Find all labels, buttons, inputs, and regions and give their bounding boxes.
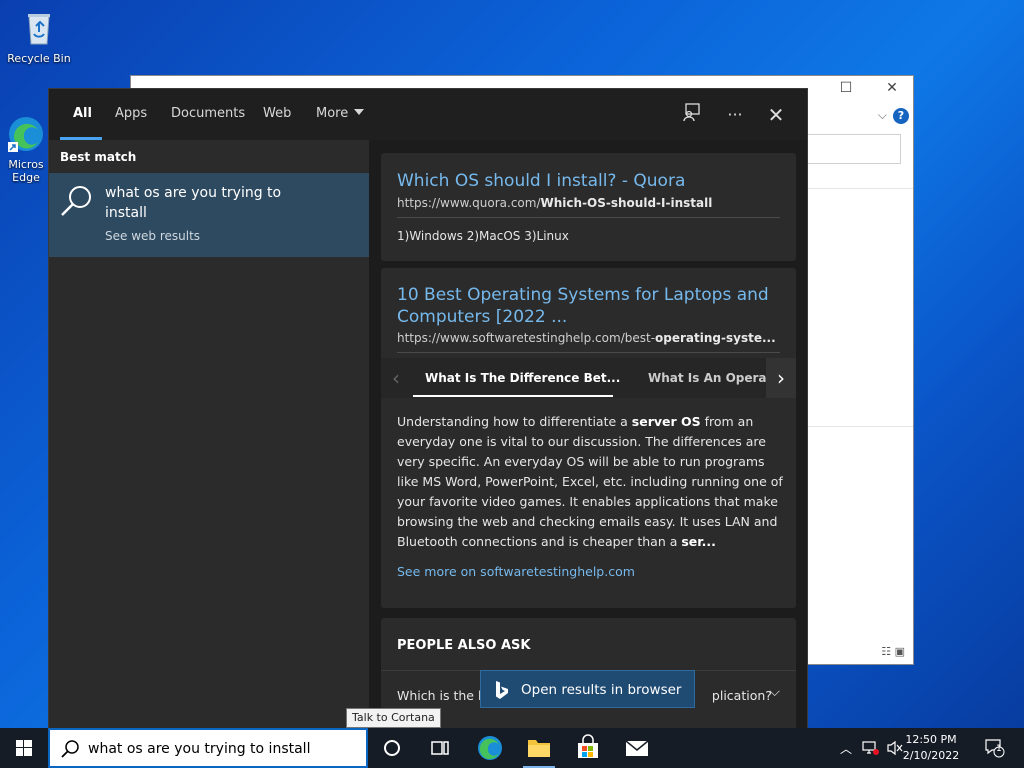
bing-icon <box>493 680 511 704</box>
divider <box>807 188 913 189</box>
chevron-down-icon[interactable]: ⌵ <box>769 684 780 700</box>
folder-icon <box>528 740 550 757</box>
close-icon[interactable]: ✕ <box>763 102 789 128</box>
right-pane: Which OS should I install? - Quora https… <box>369 140 807 729</box>
tab-all[interactable]: All <box>73 106 92 121</box>
taskbar-search-box[interactable]: what os are you trying to install <box>48 728 368 768</box>
feedback-icon[interactable] <box>679 102 705 128</box>
taskbar: what os are you trying to install ︿ 12:5… <box>0 728 1024 768</box>
tab-web[interactable]: Web <box>263 106 291 121</box>
result-title-line1: 10 Best Operating Systems for Laptops an… <box>397 285 769 305</box>
network-icon[interactable] <box>862 740 880 759</box>
result-title-line2: Computers [2022 ... <box>397 307 568 327</box>
tab-documents[interactable]: Documents <box>171 106 245 121</box>
file-explorer-taskbar-button[interactable] <box>515 728 563 768</box>
result-card-softwaretestinghelp: 10 Best Operating Systems for Laptops an… <box>381 268 796 608</box>
windows-logo-icon <box>16 740 32 756</box>
result-title-link[interactable]: 10 Best Operating Systems for Laptops an… <box>397 284 769 328</box>
edge-icon <box>6 114 46 154</box>
cortana-button[interactable] <box>368 728 416 768</box>
see-more-link[interactable]: See more on softwaretestinghelp.com <box>397 564 635 579</box>
caret-down-icon <box>354 109 365 115</box>
taskbar-search-query: what os are you trying to install <box>88 741 311 757</box>
view-toggle-icons[interactable]: ☷ ▣ <box>881 645 905 658</box>
best-match-heading: Best match <box>60 150 137 164</box>
chevron-down-icon[interactable]: ⌵ <box>878 108 887 123</box>
store-icon <box>578 734 598 758</box>
open-in-browser-label: Open results in browser <box>521 682 682 698</box>
divider <box>807 426 913 427</box>
cortana-icon <box>384 740 400 756</box>
more-options-icon[interactable]: ··· <box>722 102 748 128</box>
clock-date: 2/10/2022 <box>902 749 960 762</box>
close-icon[interactable]: ✕ <box>877 80 907 96</box>
body-bold-2: ser... <box>681 534 716 549</box>
result-url: https://www.softwaretestinghelp.com/best… <box>397 331 776 345</box>
open-in-browser-button[interactable]: Open results in browser <box>480 670 695 708</box>
body-text-2: from an everyday one is vital to our dis… <box>397 414 783 549</box>
task-view-icon <box>431 741 449 755</box>
search-icon <box>59 183 95 223</box>
people-also-ask-heading: PEOPLE ALSO ASK <box>397 638 531 653</box>
carousel-tab-2[interactable]: What Is An Opera <box>648 371 766 385</box>
mail-icon <box>625 740 649 756</box>
chevron-right-icon[interactable]: › <box>766 358 796 398</box>
start-button[interactable] <box>0 728 48 768</box>
result-url-prefix: https://www.softwaretestinghelp.com/best… <box>397 331 656 345</box>
tab-more-label: More <box>316 106 349 121</box>
mail-taskbar-button[interactable] <box>613 728 661 768</box>
clock-time: 12:50 PM <box>905 733 957 746</box>
edge-desktop-shortcut[interactable]: Micros Edge <box>0 114 52 184</box>
section-carousel: ‹ What Is The Difference Bet... What Is … <box>381 358 796 398</box>
body-text-1: Understanding how to differentiate a <box>397 414 632 429</box>
result-url-bold: operating-syste... <box>655 331 776 345</box>
result-body: Understanding how to differentiate a ser… <box>397 412 787 552</box>
action-center-icon[interactable]: 1 <box>984 738 1006 761</box>
notification-count: 1 <box>996 744 1002 754</box>
clock[interactable]: 12:50 PM 2/10/2022 <box>896 732 966 764</box>
divider <box>397 352 780 353</box>
question-end: plication? <box>711 688 772 703</box>
recycle-bin-label: Recycle Bin <box>7 52 71 65</box>
edge-label-2: Edge <box>12 171 40 184</box>
result-url-bold: Which-OS-should-I-install <box>540 196 713 210</box>
recycle-bin-icon <box>19 8 59 48</box>
best-match-subtitle: See web results <box>105 229 201 243</box>
cortana-tooltip: Talk to Cortana <box>346 708 441 728</box>
body-bold-1: server OS <box>631 414 701 429</box>
edge-icon <box>478 736 502 760</box>
best-match-query-line2: install <box>105 205 147 221</box>
best-match-item[interactable]: what os are you trying to install See we… <box>49 173 369 257</box>
result-url: https://www.quora.com/Which-OS-should-I-… <box>397 196 712 210</box>
chevron-left-icon[interactable]: ‹ <box>381 358 411 398</box>
help-icon[interactable]: ? <box>893 108 909 124</box>
search-tabbar: All Apps Documents Web More ··· ✕ <box>49 89 807 140</box>
carousel-active-indicator <box>413 395 613 397</box>
task-view-button[interactable] <box>416 728 464 768</box>
edge-label-1: Micros <box>8 158 44 171</box>
result-title-link[interactable]: Which OS should I install? - Quora <box>397 170 685 192</box>
divider <box>397 217 780 218</box>
store-taskbar-button[interactable] <box>564 728 612 768</box>
show-hidden-icons-chevron[interactable]: ︿ <box>840 740 852 757</box>
tab-more[interactable]: More <box>316 106 365 121</box>
question-start: Which is the b <box>397 688 486 703</box>
result-card-quora: Which OS should I install? - Quora https… <box>381 153 796 261</box>
explorer-search-box[interactable] <box>807 134 901 164</box>
carousel-tab-1[interactable]: What Is The Difference Bet... <box>425 371 620 385</box>
edge-taskbar-button[interactable] <box>466 728 514 768</box>
recycle-bin-desktop-icon[interactable]: Recycle Bin <box>2 8 76 65</box>
result-url-prefix: https://www.quora.com/ <box>397 196 541 210</box>
left-pane: Best match what os are you trying to ins… <box>49 140 369 729</box>
search-flyout: All Apps Documents Web More ··· ✕ Best m… <box>48 88 808 730</box>
result-snippet: 1)Windows 2)MacOS 3)Linux <box>397 229 569 243</box>
tab-apps[interactable]: Apps <box>115 106 147 121</box>
search-icon <box>60 739 80 763</box>
best-match-query: what os are you trying to install <box>105 183 305 223</box>
best-match-query-line1: what os are you trying to <box>105 185 282 201</box>
maximize-icon[interactable]: ☐ <box>831 80 861 96</box>
